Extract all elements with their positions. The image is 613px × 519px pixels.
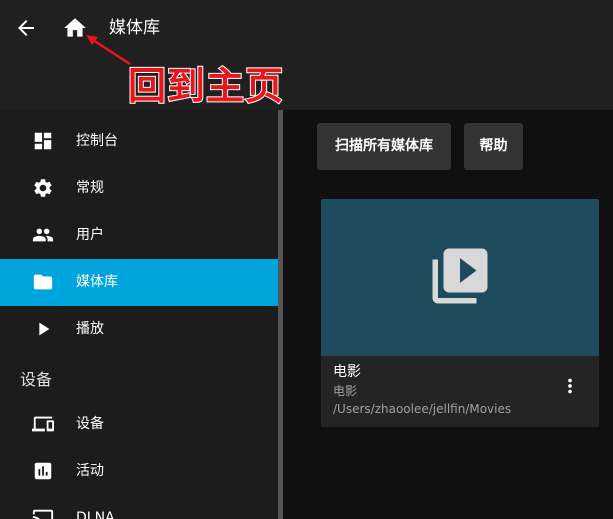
library-card-image[interactable] bbox=[321, 199, 599, 356]
annotation-label: 回到主页 bbox=[127, 63, 285, 109]
dashboard-icon bbox=[34, 132, 52, 150]
library-card[interactable]: 电影 电影 /Users/zhaoolee/jellfin/Movies bbox=[321, 199, 599, 427]
sidebar-item-label: 活动 bbox=[76, 463, 104, 479]
devices-icon bbox=[32, 416, 54, 432]
sidebar-item-label: DLNA bbox=[76, 510, 115, 519]
header-bar: 媒体库 回到主页 bbox=[0, 0, 613, 110]
more-vert-icon[interactable] bbox=[559, 375, 581, 397]
sidebar-item-dlna[interactable]: DLNA bbox=[0, 495, 278, 519]
folder-icon bbox=[33, 274, 53, 290]
library-card-path: /Users/zhaoolee/jellfin/Movies bbox=[333, 402, 512, 416]
sidebar-item-devices[interactable]: 设备 bbox=[0, 401, 278, 448]
sidebar-item-libraries[interactable]: 媒体库 bbox=[0, 259, 278, 306]
play-icon bbox=[39, 322, 50, 336]
sidebar-item-label: 播放 bbox=[76, 321, 104, 337]
activity-chart-icon bbox=[34, 462, 52, 480]
library-card-title[interactable]: 电影 bbox=[333, 362, 361, 382]
sidebar-item-label: 用户 bbox=[76, 227, 104, 243]
sidebar-item-label: 控制台 bbox=[76, 133, 118, 149]
people-icon bbox=[32, 228, 54, 242]
sidebar-item-users[interactable]: 用户 bbox=[0, 212, 278, 259]
main-content: 扫描所有媒体库 帮助 电影 电影 /Users/zhaoolee/jellfin… bbox=[283, 110, 613, 519]
sidebar-item-label: 媒体库 bbox=[76, 274, 118, 290]
sidebar-item-playback[interactable]: 播放 bbox=[0, 306, 278, 353]
sidebar-item-label: 常规 bbox=[76, 180, 104, 196]
library-card-type: 电影 bbox=[333, 384, 358, 398]
sidebar-section-devices: 设备 bbox=[20, 370, 53, 389]
sidebar-item-general[interactable]: 常规 bbox=[0, 165, 278, 212]
sidebar-item-activity[interactable]: 活动 bbox=[0, 448, 278, 495]
gear-icon bbox=[34, 179, 52, 197]
dlna-icon bbox=[32, 509, 54, 519]
help-button[interactable]: 帮助 bbox=[464, 123, 523, 170]
scan-all-libraries-button[interactable]: 扫描所有媒体库 bbox=[317, 123, 451, 170]
app-window: 媒体库 回到主页 控制台 常规 用户 媒体库 播放 设备 设备 活动 DLNA … bbox=[0, 0, 613, 519]
sidebar-item-label: 设备 bbox=[76, 416, 104, 432]
sidebar-item-dashboard[interactable]: 控制台 bbox=[0, 118, 278, 165]
video-library-icon bbox=[432, 248, 488, 304]
sidebar: 控制台 常规 用户 媒体库 播放 设备 设备 活动 DLNA bbox=[0, 110, 278, 519]
arrow-back-icon[interactable] bbox=[14, 16, 38, 40]
